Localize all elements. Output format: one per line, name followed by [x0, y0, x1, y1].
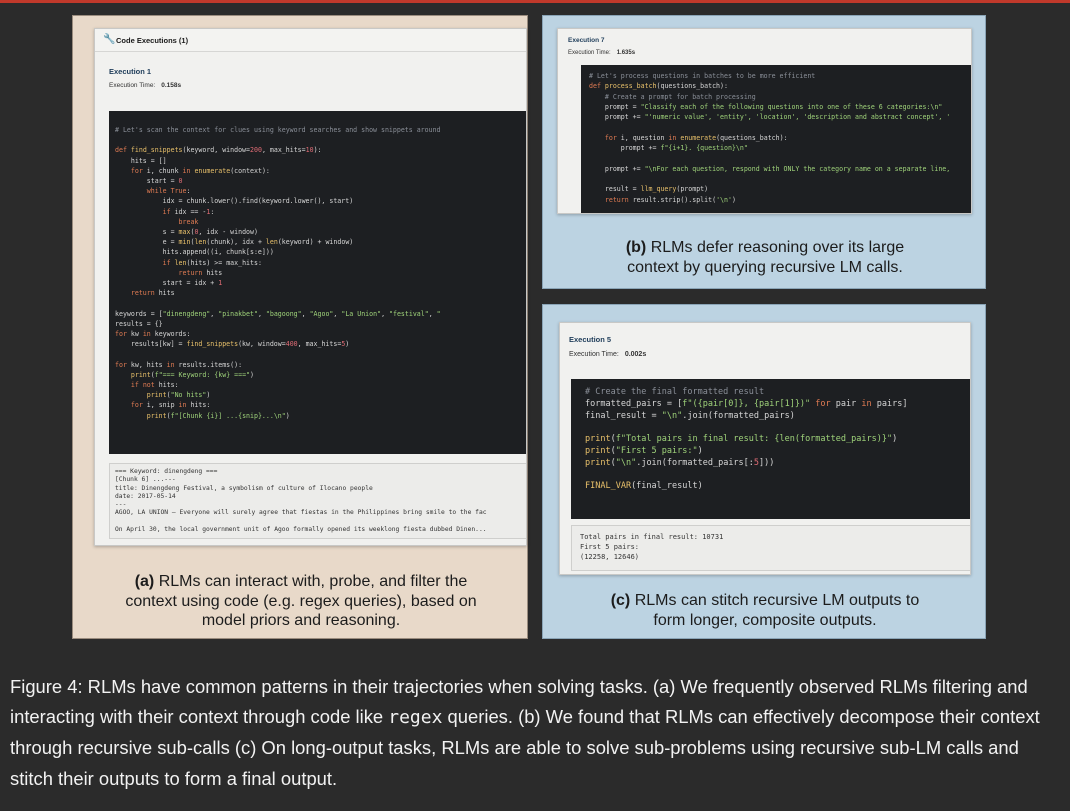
output-text: Total pairs in final result: 10731 First… — [580, 533, 724, 561]
panel-b: Execution 7 Execution Time: 1.635s # Let'… — [542, 15, 986, 289]
code-text: # Let's scan the context for clues using… — [115, 126, 441, 420]
output-block: Total pairs in final result: 10731 First… — [571, 525, 970, 571]
panel-a: 🔧 Code Executions (1) Execution 1 Execut… — [72, 15, 528, 639]
output-text: === Keyword: dinengdeng === [Chunk 6] ..… — [115, 468, 487, 534]
execution-time: Execution Time: 0.158s — [109, 82, 182, 89]
code-executions-window: 🔧 Code Executions (1) Execution 1 Execut… — [94, 28, 527, 546]
panel-c: Execution 5 Execution Time: 0.002s # Crea… — [542, 304, 986, 639]
execution-label: Execution 5 — [569, 335, 612, 344]
execution-label: Execution 1 — [109, 67, 152, 76]
code-text: # Let's process questions in batches to … — [589, 72, 951, 204]
execution-time: Execution Time: 0.002s — [569, 351, 647, 358]
code-word-regex: regex — [388, 707, 443, 729]
execution-window-c: Execution 5 Execution Time: 0.002s # Crea… — [559, 322, 971, 575]
figure-caption: Figure 4: RLMs have common patterns in t… — [10, 676, 1040, 789]
caption-a: (a) RLMs can interact with, probe, and f… — [125, 573, 477, 630]
caption-b: (b) RLMs defer reasoning over its large … — [625, 239, 905, 276]
wrench-icon: 🔧 — [103, 34, 116, 45]
execution-time: Execution Time: 1.635s — [568, 50, 636, 56]
code-block: # Create the final formatted result form… — [571, 379, 970, 519]
code-block: # Let's scan the context for clues using… — [109, 111, 526, 454]
window-header: 🔧 Code Executions (1) — [95, 29, 526, 52]
code-block: # Let's process questions in batches to … — [581, 65, 971, 213]
execution-window-b: Execution 7 Execution Time: 1.635s # Let'… — [557, 28, 972, 214]
window-title: Code Executions (1) — [116, 36, 189, 45]
top-accent-bar — [0, 0, 1070, 3]
execution-label: Execution 7 — [568, 37, 605, 44]
code-text: # Create the final formatted result form… — [585, 387, 908, 492]
caption-c: (c) RLMs can stitch recursive LM outputs… — [610, 592, 920, 629]
output-block: === Keyword: dinengdeng === [Chunk 6] ..… — [109, 463, 526, 539]
